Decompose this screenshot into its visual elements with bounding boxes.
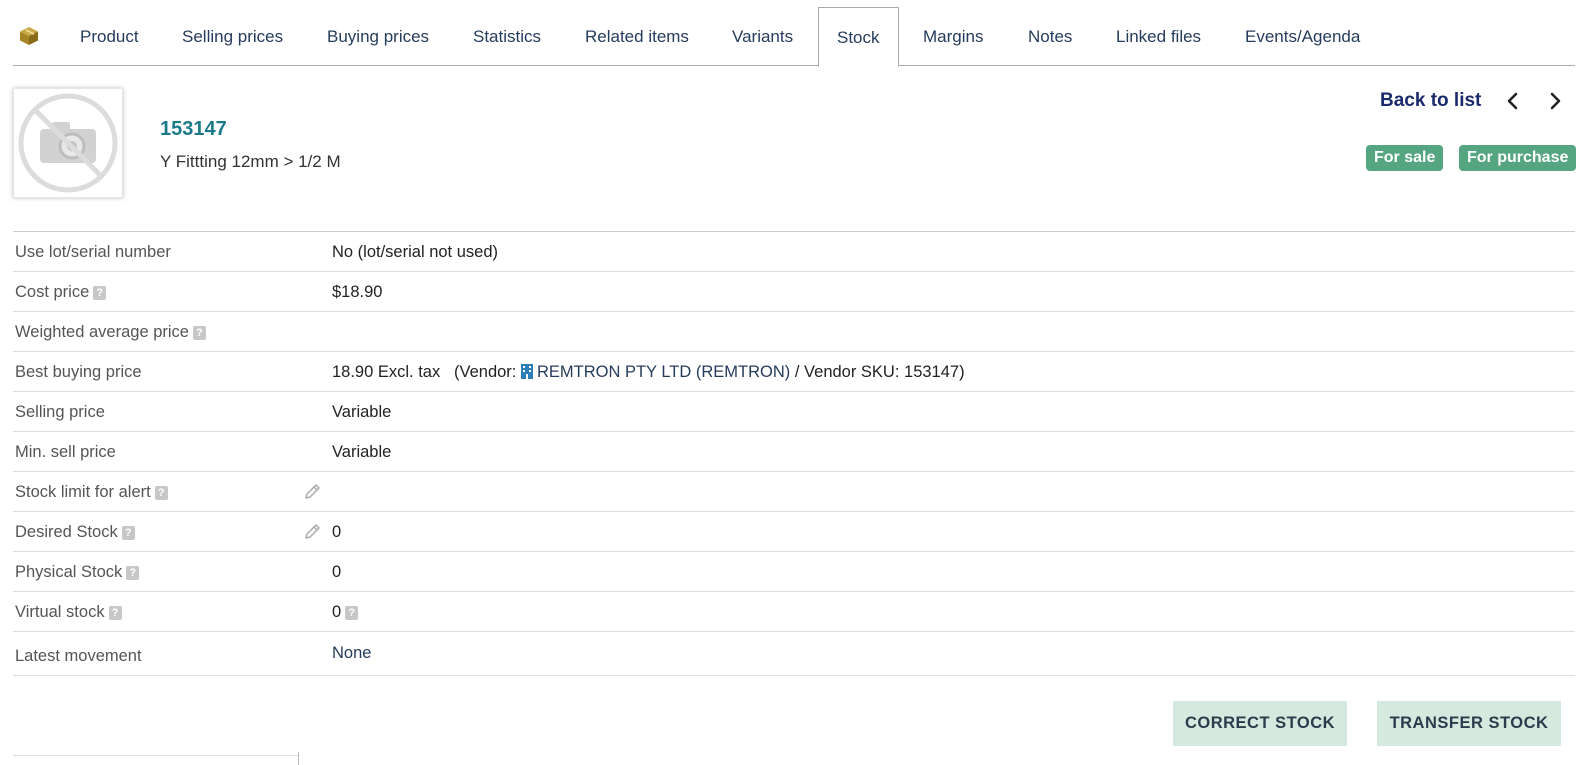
- tab-events-agenda[interactable]: Events/Agenda: [1245, 7, 1360, 66]
- no-photo-icon: [18, 93, 118, 193]
- physical-stock-row-label: Physical Stock?: [15, 552, 140, 592]
- product-box-icon: [20, 27, 38, 45]
- tab-statistics[interactable]: Statistics: [473, 7, 541, 66]
- cost-price-row-label: Cost price?: [15, 272, 107, 312]
- table-row: Use lot/serial number No (lot/serial not…: [13, 232, 1575, 272]
- help-icon[interactable]: ?: [93, 285, 107, 300]
- lot-value: No (lot/serial not used): [332, 243, 498, 261]
- lot-label: Use lot/serial number: [15, 243, 171, 261]
- table-row: Weighted average price?: [13, 312, 1575, 352]
- best-buying-price-label: Best buying price: [15, 363, 142, 381]
- correct-stock-button[interactable]: CORRECT STOCK: [1173, 701, 1347, 746]
- tab-bar: Product Selling prices Buying prices Sta…: [13, 7, 1575, 67]
- tab-product[interactable]: Product: [80, 7, 139, 66]
- table-row: Min. sell price Variable: [13, 432, 1575, 472]
- vendor-link[interactable]: REMTRON PTY LTD (REMTRON): [537, 363, 790, 381]
- wap-label: Weighted average price: [15, 323, 189, 341]
- stock-limit-row-label: Stock limit for alert?: [15, 472, 168, 512]
- desired-stock-value: 0: [332, 523, 342, 541]
- building-icon: [520, 364, 533, 379]
- table-row: Physical Stock? 0: [13, 552, 1575, 592]
- table-row: Selling price Variable: [13, 392, 1575, 432]
- for-purchase-badge: For purchase: [1459, 145, 1577, 171]
- selling-price-label: Selling price: [15, 403, 105, 421]
- help-icon[interactable]: ?: [108, 605, 122, 620]
- table-row: Best buying price 18.90 Excl. tax (Vendo…: [13, 352, 1575, 392]
- divider: [298, 752, 299, 765]
- product-label: Y Fittting 12mm > 1/2 M: [160, 152, 341, 171]
- product-ref: 153147: [160, 118, 227, 140]
- selling-price-value: Variable: [332, 403, 392, 421]
- physical-stock-label: Physical Stock: [15, 563, 123, 581]
- chevron-left-icon[interactable]: [1503, 91, 1523, 111]
- vendor-sku: / Vendor SKU: 153147): [794, 363, 965, 381]
- wap-row-label: Weighted average price?: [15, 312, 206, 352]
- help-icon[interactable]: ?: [345, 605, 359, 620]
- tab-related-items[interactable]: Related items: [585, 7, 689, 66]
- pencil-icon[interactable]: [303, 483, 321, 501]
- help-icon[interactable]: ?: [192, 325, 206, 340]
- stock-info-table: Use lot/serial number No (lot/serial not…: [13, 231, 1575, 676]
- desired-stock-label: Desired Stock: [15, 523, 118, 541]
- min-sell-price-label: Min. sell price: [15, 443, 116, 461]
- stock-limit-label: Stock limit for alert: [15, 483, 151, 501]
- tab-buying-prices[interactable]: Buying prices: [327, 7, 429, 66]
- table-row: Desired Stock? 0: [13, 512, 1575, 552]
- desired-stock-row-label: Desired Stock?: [15, 512, 135, 552]
- help-icon[interactable]: ?: [154, 485, 168, 500]
- table-row: Virtual stock? 0?: [13, 592, 1575, 632]
- table-row: Latest movement None: [13, 632, 1575, 676]
- latest-movement-value[interactable]: None: [332, 632, 371, 674]
- virtual-stock-value-wrap: 0?: [332, 592, 359, 632]
- physical-stock-value: 0: [332, 563, 342, 581]
- vendor-prefix: (Vendor:: [454, 363, 517, 381]
- table-row: Cost price? $18.90: [13, 272, 1575, 312]
- tab-variants[interactable]: Variants: [732, 7, 793, 66]
- help-icon[interactable]: ?: [121, 525, 135, 540]
- for-sale-badge: For sale: [1366, 145, 1444, 171]
- cost-price-value: $18.90: [332, 283, 383, 301]
- table-row: Stock limit for alert?: [13, 472, 1575, 512]
- tab-linked-files[interactable]: Linked files: [1116, 7, 1201, 66]
- latest-movement-label: Latest movement: [15, 647, 142, 665]
- cost-price-label: Cost price: [15, 283, 90, 301]
- virtual-stock-label: Virtual stock: [15, 603, 105, 621]
- chevron-right-icon[interactable]: [1545, 91, 1565, 111]
- divider: [13, 755, 298, 756]
- tab-stock[interactable]: Stock: [818, 7, 899, 67]
- help-icon[interactable]: ?: [126, 565, 140, 580]
- min-sell-price-value: Variable: [332, 443, 392, 461]
- virtual-stock-value: 0: [332, 603, 342, 621]
- best-buying-amount: 18.90 Excl. tax: [332, 363, 441, 381]
- back-to-list-link[interactable]: Back to list: [1380, 90, 1481, 112]
- virtual-stock-row-label: Virtual stock?: [15, 592, 122, 632]
- best-buying-price-value: 18.90 Excl. tax (Vendor: REMTRON PTY LTD…: [332, 352, 965, 392]
- product-photo[interactable]: [13, 88, 123, 198]
- transfer-stock-button[interactable]: TRANSFER STOCK: [1377, 701, 1561, 746]
- tab-notes[interactable]: Notes: [1028, 7, 1072, 66]
- tab-selling-prices[interactable]: Selling prices: [182, 7, 283, 66]
- pencil-icon[interactable]: [303, 523, 321, 541]
- tab-margins[interactable]: Margins: [923, 7, 983, 66]
